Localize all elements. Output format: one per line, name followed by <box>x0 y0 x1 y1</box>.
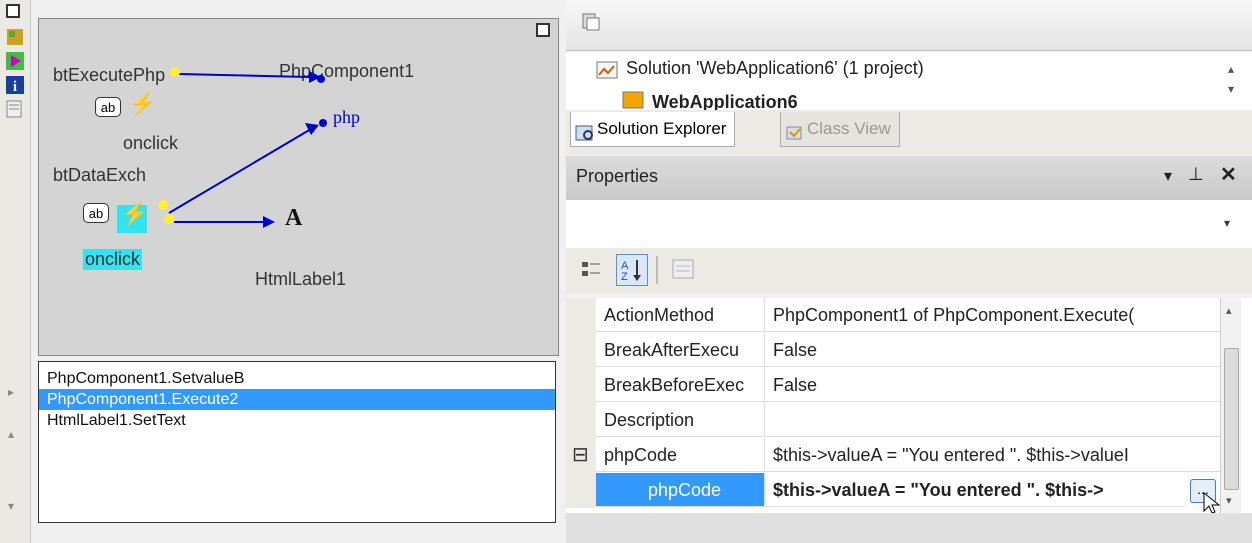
svg-text:i: i <box>13 79 17 95</box>
collapse-icon[interactable]: ⊟ <box>572 442 589 467</box>
php-code-editor[interactable]: $this->valueA = "You entered ". $this-> <box>765 473 1185 507</box>
table-row[interactable]: Description <box>566 403 1220 438</box>
svg-text:Z: Z <box>621 271 628 283</box>
solution-node-label[interactable]: Solution 'WebApplication6' (1 project) <box>626 58 924 79</box>
list-item[interactable]: HtmlLabel1.SetText <box>39 410 555 431</box>
property-grid[interactable]: ActionMethod PhpComponent1 of PhpCompone… <box>566 298 1252 514</box>
toolbar-separator <box>656 256 658 284</box>
tree-scroll-up-icon[interactable]: ▴ <box>1228 62 1234 76</box>
row-margin <box>566 333 596 368</box>
grid-scroll-up-icon[interactable]: ▴ <box>1226 304 1232 317</box>
property-name[interactable]: ActionMethod <box>596 298 765 332</box>
property-name[interactable]: phpCode <box>596 438 765 472</box>
property-name[interactable]: Description <box>596 403 765 437</box>
solution-tree[interactable]: Solution 'WebApplication6' (1 project) W… <box>566 52 1252 110</box>
object-selector-combo[interactable]: ▾ <box>566 200 1252 249</box>
list-view-icon[interactable] <box>4 98 26 120</box>
cursor-icon <box>1202 491 1222 515</box>
properties-description-pane <box>566 513 1252 543</box>
grid-scroll-down-icon[interactable]: ▾ <box>1226 494 1232 507</box>
list-item[interactable]: PhpComponent1.SetvalueB <box>39 368 555 389</box>
property-pages-icon[interactable] <box>670 256 696 282</box>
table-row-selected[interactable]: phpCode $this->valueA = "You entered ". … <box>566 473 1221 514</box>
property-grid-scrollbar[interactable]: ▴ ▾ <box>1220 298 1241 513</box>
dropdown-arrow-icon[interactable]: ▾ <box>1164 166 1172 186</box>
explorer-tab-bar: Solution Explorer Class View <box>566 110 1252 154</box>
tab-solution-explorer[interactable]: Solution Explorer <box>570 112 736 147</box>
property-name[interactable]: BreakBeforeExec <box>596 368 765 402</box>
combo-arrow-icon[interactable]: ▾ <box>1224 216 1230 230</box>
property-value[interactable]: PhpComponent1 of PhpComponent.Execute( <box>765 298 1220 332</box>
list-item-selected[interactable]: PhpComponent1.Execute2 <box>39 389 555 410</box>
property-value[interactable]: False <box>765 368 1220 402</box>
project-node-label[interactable]: WebApplication6 <box>652 92 798 110</box>
table-row[interactable]: BreakAfterExecu False <box>566 333 1220 368</box>
connection-lines <box>158 67 327 228</box>
properties-title: Properties <box>576 166 659 186</box>
grid-scroll-thumb[interactable] <box>1224 348 1239 490</box>
scroll-up-arrow-icon[interactable]: ▴ <box>8 427 14 441</box>
row-margin <box>566 298 596 333</box>
method-list[interactable]: PhpComponent1.SetvalueB PhpComponent1.Ex… <box>38 361 556 523</box>
solution-toolbar <box>566 0 1252 51</box>
info-icon[interactable]: i <box>4 74 26 96</box>
property-value[interactable]: False <box>765 333 1220 367</box>
toolbar-box-icon[interactable] <box>6 4 20 18</box>
properties-toolbar-icon[interactable] <box>580 10 602 32</box>
scroll-right-arrow-icon[interactable]: ▸ <box>8 385 14 399</box>
properties-header: Properties ▾ ⊥ ✕ <box>566 156 1252 200</box>
row-margin <box>566 368 596 403</box>
property-name[interactable]: BreakAfterExecu <box>596 333 765 367</box>
close-icon[interactable]: ✕ <box>1220 162 1237 187</box>
tree-scroll-down-icon[interactable]: ▾ <box>1228 82 1234 96</box>
left-scroll-area[interactable]: ▸ ▴ ▾ <box>0 361 30 521</box>
designer-canvas[interactable]: btExecutePhp PhpComponent1 ab ⚡ onclick … <box>38 18 559 356</box>
class-view-icon <box>785 120 805 140</box>
project-icon <box>622 90 644 110</box>
table-row[interactable]: BreakBeforeExec False <box>566 368 1220 403</box>
alphabetical-icon[interactable]: AZ <box>616 254 648 286</box>
solution-explorer-icon <box>575 120 595 141</box>
components-icon[interactable] <box>4 26 26 48</box>
tab-solution-explorer-label: Solution Explorer <box>597 119 727 138</box>
table-row[interactable]: ⊟ phpCode $this->valueA = "You entered "… <box>566 438 1220 473</box>
row-margin <box>566 403 596 438</box>
run-icon[interactable] <box>4 50 26 72</box>
row-margin: ⊟ <box>566 438 596 473</box>
categorized-icon[interactable] <box>580 258 604 282</box>
row-margin <box>566 473 596 508</box>
tab-class-view-label: Class View <box>807 119 891 138</box>
table-row[interactable]: ActionMethod PhpComponent1 of PhpCompone… <box>566 298 1220 333</box>
property-value[interactable]: $this->valueA = "You entered ". $this->v… <box>765 438 1220 472</box>
scroll-down-arrow-icon[interactable]: ▾ <box>8 499 14 513</box>
tab-class-view[interactable]: Class View <box>780 112 900 147</box>
properties-toolbar: AZ <box>566 248 1252 294</box>
property-name-selected[interactable]: phpCode <box>596 473 765 507</box>
property-value[interactable] <box>765 403 1220 437</box>
pin-icon[interactable]: ⊥ <box>1188 164 1204 185</box>
solution-icon <box>596 60 618 80</box>
